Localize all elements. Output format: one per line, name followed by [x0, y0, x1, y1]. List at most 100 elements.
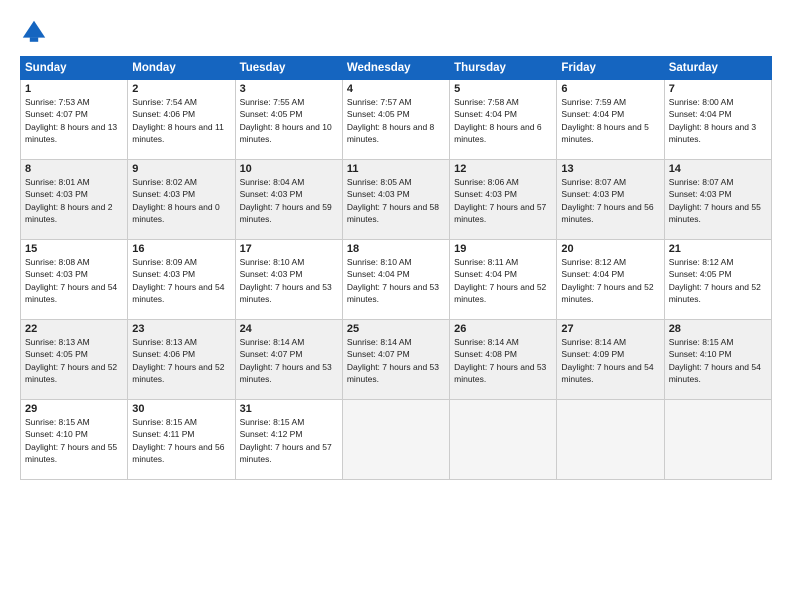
day-info: Sunrise: 7:54 AMSunset: 4:06 PMDaylight:… — [132, 96, 230, 145]
weekday-header: Tuesday — [235, 57, 342, 80]
day-info: Sunrise: 8:09 AM Sunset: 4:03 PM Daylight:… — [132, 256, 230, 305]
day-number: 1 — [25, 83, 123, 95]
day-info: Sunrise: 7:59 AM Sunset: 4:04 PM Daylight:… — [561, 96, 659, 145]
calendar-day-cell: 5Sunrise: 7:58 AMSunset: 4:04 PMDaylight… — [450, 80, 557, 160]
sunset: Sunset: 4:03 PM — [25, 269, 88, 279]
day-info: Sunrise: 8:14 AMSunset: 4:09 PMDaylight:… — [561, 336, 659, 385]
sunset: Sunset: 4:03 PM — [561, 189, 624, 199]
sunset: Sunset: 4:03 PM — [347, 189, 410, 199]
calendar-day-cell: 26Sunrise: 8:14 AMSunset: 4:08 PMDayligh… — [450, 320, 557, 400]
calendar-day-cell: 9Sunrise: 8:02 AMSunset: 4:03 PMDaylight… — [128, 160, 235, 240]
sunset: Sunset: 4:03 PM — [669, 189, 732, 199]
sunrise: Sunrise: 8:01 AM — [25, 177, 90, 187]
day-number: 5 — [454, 83, 552, 95]
sunrise: Sunrise: 8:09 AM — [132, 257, 197, 267]
day-number: 14 — [669, 163, 767, 175]
sunrise: Sunrise: 8:07 AM — [669, 177, 734, 187]
day-number: 25 — [347, 323, 445, 335]
sunrise: Sunrise: 7:54 AM — [132, 97, 197, 107]
daylight: Daylight: 7 hours and 52 minutes. — [132, 362, 224, 384]
daylight: Daylight: 7 hours and 55 minutes. — [669, 202, 761, 224]
calendar-day-cell: 23Sunrise: 8:13 AMSunset: 4:06 PMDayligh… — [128, 320, 235, 400]
sunrise: Sunrise: 8:04 AM — [240, 177, 305, 187]
daylight: Daylight: 8 hours and 10 minutes. — [240, 122, 332, 144]
day-number: 13 — [561, 163, 659, 175]
sunset: Sunset: 4:08 PM — [454, 349, 517, 359]
calendar-day-cell: 6Sunrise: 7:59 AMSunset: 4:04 PMDaylight… — [557, 80, 664, 160]
sunrise: Sunrise: 8:14 AM — [454, 337, 519, 347]
sunset: Sunset: 4:04 PM — [454, 269, 517, 279]
calendar-week-row: 1Sunrise: 7:53 AMSunset: 4:07 PMDaylight… — [21, 80, 772, 160]
calendar-day-cell: 12Sunrise: 8:06 AMSunset: 4:03 PMDayligh… — [450, 160, 557, 240]
sunset: Sunset: 4:04 PM — [454, 109, 517, 119]
day-number: 26 — [454, 323, 552, 335]
daylight: Daylight: 7 hours and 52 minutes. — [561, 282, 653, 304]
day-number: 3 — [240, 83, 338, 95]
sunset: Sunset: 4:09 PM — [561, 349, 624, 359]
calendar-day-cell: 10Sunrise: 8:04 AMSunset: 4:03 PMDayligh… — [235, 160, 342, 240]
calendar-day-cell: 15Sunrise: 8:08 AMSunset: 4:03 PMDayligh… — [21, 240, 128, 320]
calendar-day-cell — [450, 400, 557, 480]
sunrise: Sunrise: 7:59 AM — [561, 97, 626, 107]
day-number: 21 — [669, 243, 767, 255]
sunrise: Sunrise: 8:13 AM — [132, 337, 197, 347]
sunrise: Sunrise: 8:12 AM — [669, 257, 734, 267]
sunset: Sunset: 4:03 PM — [132, 269, 195, 279]
sunset: Sunset: 4:06 PM — [132, 109, 195, 119]
calendar-day-cell: 16Sunrise: 8:09 AMSunset: 4:03 PMDayligh… — [128, 240, 235, 320]
weekday-header: Monday — [128, 57, 235, 80]
daylight: Daylight: 8 hours and 6 minutes. — [454, 122, 541, 144]
calendar-day-cell: 14 Sunrise: 8:07 AM Sunset: 4:03 PM Dayligh… — [664, 160, 771, 240]
daylight: Daylight: 8 hours and 8 minutes. — [347, 122, 434, 144]
calendar-day-cell: 25Sunrise: 8:14 AMSunset: 4:07 PMDayligh… — [342, 320, 449, 400]
daylight: Daylight: 7 hours and 54 minutes. — [132, 282, 224, 304]
day-info: Sunrise: 8:00 AMSunset: 4:04 PMDaylight:… — [669, 96, 767, 145]
day-info: Sunrise: 8:13 AMSunset: 4:06 PMDaylight:… — [132, 336, 230, 385]
day-number: 12 — [454, 163, 552, 175]
sunrise: Sunrise: 8:14 AM — [561, 337, 626, 347]
day-info: Sunrise: 8:15 AMSunset: 4:10 PMDaylight:… — [669, 336, 767, 385]
day-info: Sunrise: 8:10 AMSunset: 4:03 PMDaylight:… — [240, 256, 338, 305]
daylight: Daylight: 8 hours and 5 minutes. — [561, 122, 648, 144]
day-info: Sunrise: 8:12 AMSunset: 4:04 PMDaylight:… — [561, 256, 659, 305]
weekday-header: Sunday — [21, 57, 128, 80]
sunset: Sunset: 4:04 PM — [347, 269, 410, 279]
sunrise: Sunrise: 8:00 AM — [669, 97, 734, 107]
day-number: 9 — [132, 163, 230, 175]
day-number: 20 — [561, 243, 659, 255]
daylight: Daylight: 7 hours and 52 minutes. — [25, 362, 117, 384]
sunset: Sunset: 4:10 PM — [669, 349, 732, 359]
day-number: 29 — [25, 403, 123, 415]
sunrise: Sunrise: 8:02 AM — [132, 177, 197, 187]
daylight: Daylight: 7 hours and 54 minutes. — [669, 362, 761, 384]
sunrise: Sunrise: 8:14 AM — [347, 337, 412, 347]
day-info: Sunrise: 8:07 AM Sunset: 4:03 PM Daylight:… — [669, 176, 767, 225]
calendar-day-cell: 13Sunrise: 8:07 AMSunset: 4:03 PMDayligh… — [557, 160, 664, 240]
daylight: Daylight: 8 hours and 2 minutes. — [25, 202, 112, 224]
sunrise: Sunrise: 8:06 AM — [454, 177, 519, 187]
day-number: 23 — [132, 323, 230, 335]
calendar-table: SundayMondayTuesdayWednesdayThursdayFrid… — [20, 56, 772, 480]
daylight: Daylight: 7 hours and 53 minutes. — [347, 282, 439, 304]
sunset: Sunset: 4:03 PM — [454, 189, 517, 199]
calendar-day-cell: 24Sunrise: 8:14 AMSunset: 4:07 PMDayligh… — [235, 320, 342, 400]
calendar-day-cell: 11Sunrise: 8:05 AMSunset: 4:03 PMDayligh… — [342, 160, 449, 240]
day-info: Sunrise: 7:58 AMSunset: 4:04 PMDaylight:… — [454, 96, 552, 145]
sunset: Sunset: 4:05 PM — [240, 109, 303, 119]
daylight: Daylight: 8 hours and 3 minutes. — [669, 122, 756, 144]
daylight: Daylight: 7 hours and 52 minutes. — [669, 282, 761, 304]
sunset: Sunset: 4:10 PM — [25, 429, 88, 439]
day-info: Sunrise: 8:12 AMSunset: 4:05 PMDaylight:… — [669, 256, 767, 305]
calendar-day-cell: 30Sunrise: 8:15 AMSunset: 4:11 PMDayligh… — [128, 400, 235, 480]
daylight: Daylight: 7 hours and 56 minutes. — [132, 442, 224, 464]
day-info: Sunrise: 8:11 AMSunset: 4:04 PMDaylight:… — [454, 256, 552, 305]
day-number: 27 — [561, 323, 659, 335]
day-number: 2 — [132, 83, 230, 95]
calendar-day-cell: 29Sunrise: 8:15 AMSunset: 4:10 PMDayligh… — [21, 400, 128, 480]
sunset: Sunset: 4:04 PM — [561, 109, 624, 119]
sunrise: Sunrise: 7:55 AM — [240, 97, 305, 107]
sunset: Sunset: 4:04 PM — [561, 269, 624, 279]
sunset: Sunset: 4:07 PM — [240, 349, 303, 359]
daylight: Daylight: 7 hours and 55 minutes. — [25, 442, 117, 464]
day-number: 28 — [669, 323, 767, 335]
